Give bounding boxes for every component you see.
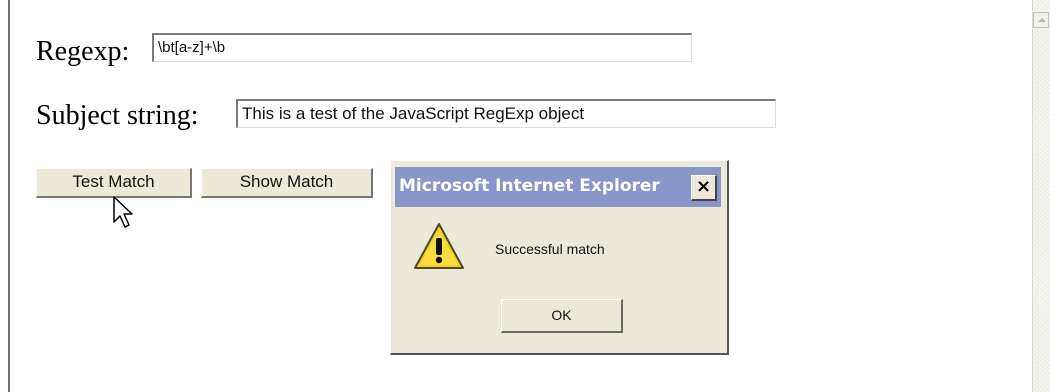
- alert-dialog: Microsoft Internet Explorer × Successful…: [390, 160, 729, 355]
- scroll-up-arrow-icon[interactable]: [1033, 12, 1049, 28]
- subject-string-label: Subject string:: [36, 100, 199, 131]
- subject-string-input[interactable]: This is a test of the JavaScript RegExp …: [236, 99, 776, 128]
- test-match-button[interactable]: Test Match: [36, 168, 192, 198]
- regexp-label: Regexp:: [36, 36, 130, 67]
- dialog-titlebar[interactable]: Microsoft Internet Explorer ×: [395, 167, 721, 207]
- show-match-button[interactable]: Show Match: [201, 168, 373, 198]
- ok-button[interactable]: OK: [501, 299, 623, 333]
- mouse-pointer-icon: [113, 196, 133, 228]
- dialog-message: Successful match: [495, 241, 605, 257]
- warning-icon: [414, 223, 464, 269]
- close-icon[interactable]: ×: [691, 175, 717, 201]
- vertical-scrollbar[interactable]: [1032, 0, 1050, 392]
- dialog-title: Microsoft Internet Explorer: [399, 176, 660, 196]
- regexp-input[interactable]: \bt[a-z]+\b: [152, 33, 692, 62]
